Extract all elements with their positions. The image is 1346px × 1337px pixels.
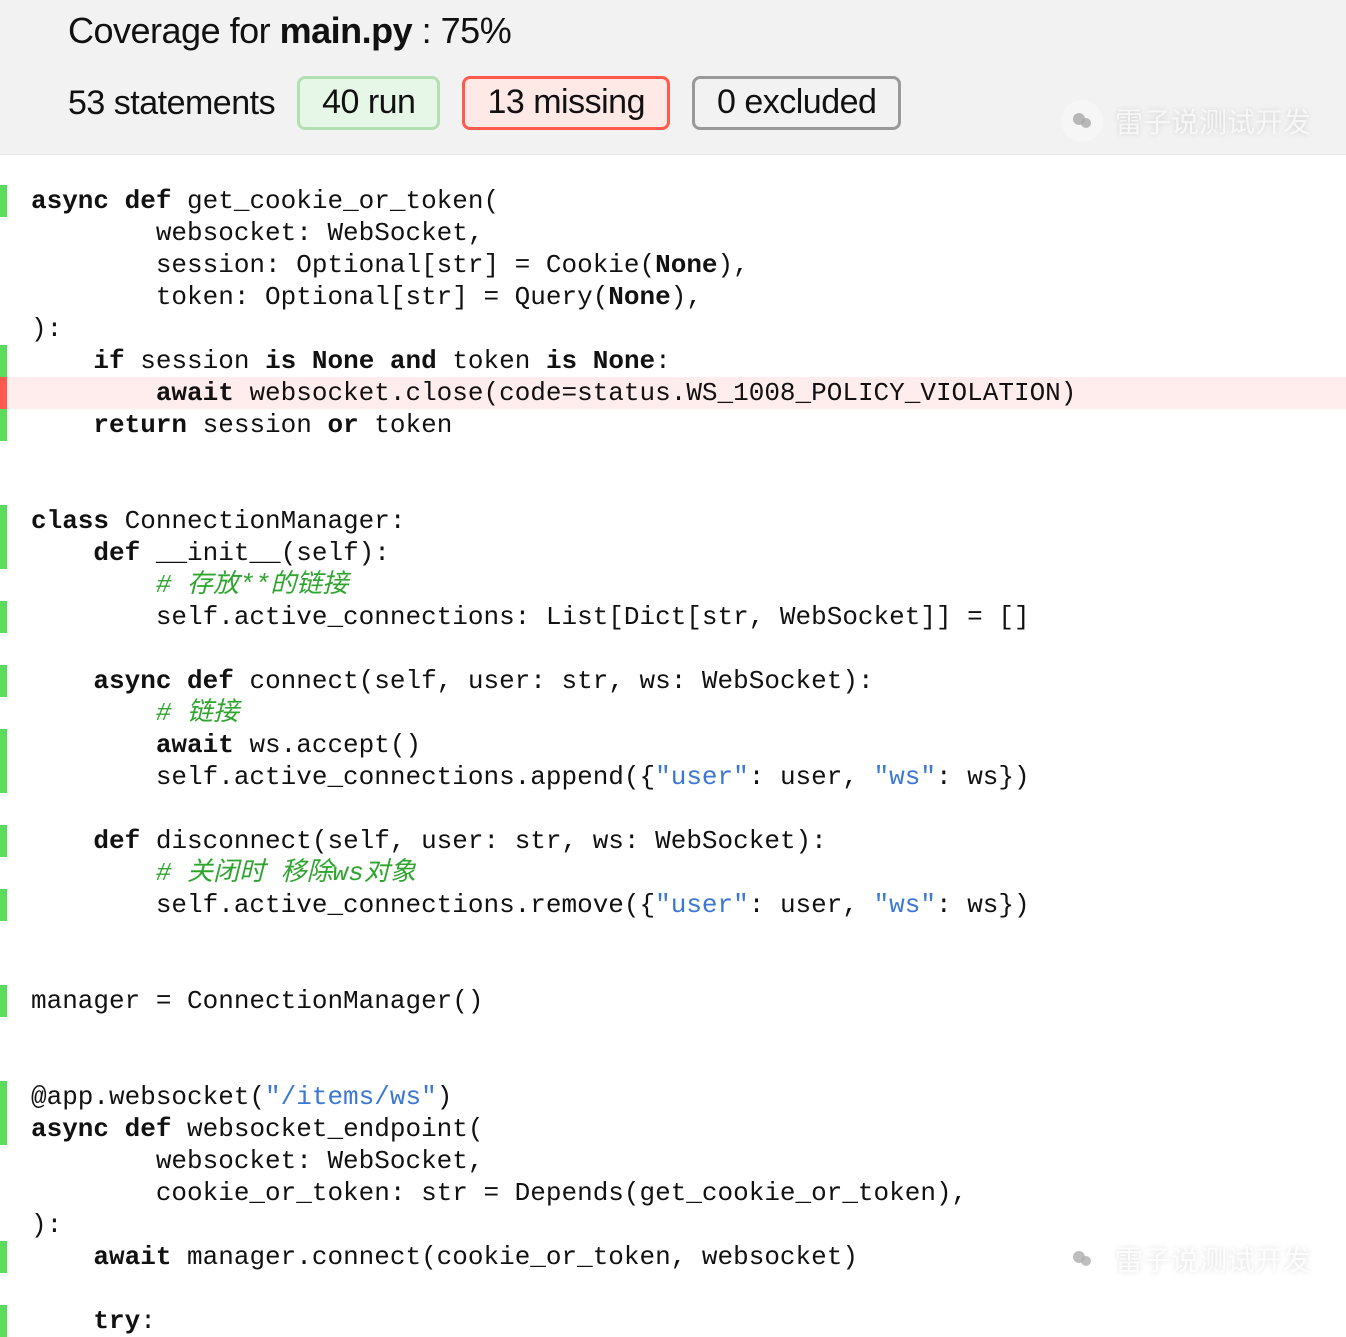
- code-line: await manager.connect(cookie_or_token, w…: [0, 1241, 1346, 1273]
- code-line: [0, 441, 1346, 473]
- code-line: [0, 921, 1346, 953]
- code-line: try:: [0, 1305, 1346, 1337]
- code-line: [0, 1017, 1346, 1049]
- code-line: session: Optional[str] = Cookie(None),: [0, 249, 1346, 281]
- code-line: cookie_or_token: str = Depends(get_cooki…: [0, 1177, 1346, 1209]
- code-line: websocket: WebSocket,: [0, 1145, 1346, 1177]
- excluded-chip[interactable]: 0 excluded: [692, 76, 901, 130]
- code-line: def __init__(self):: [0, 537, 1346, 569]
- code-line: ):: [0, 313, 1346, 345]
- coverage-title: Coverage for main.py : 75%: [68, 10, 1346, 52]
- code-line: manager = ConnectionManager(): [0, 985, 1346, 1017]
- missing-chip[interactable]: 13 missing: [462, 76, 670, 130]
- coverage-filename: main.py: [280, 10, 413, 51]
- statements-count: 53 statements: [68, 84, 275, 123]
- code-line: if session is None and token is None:: [0, 345, 1346, 377]
- code-line: [0, 793, 1346, 825]
- code-line: await ws.accept(): [0, 729, 1346, 761]
- code-line: @app.websocket("/items/ws"): [0, 1081, 1346, 1113]
- code-line: [0, 1273, 1346, 1305]
- code-line: # 链接: [0, 697, 1346, 729]
- code-line: token: Optional[str] = Query(None),: [0, 281, 1346, 313]
- code-line: return session or token: [0, 409, 1346, 441]
- source-code-listing: async def get_cookie_or_token( websocket…: [0, 155, 1346, 1337]
- code-line: async def get_cookie_or_token(: [0, 185, 1346, 217]
- code-line: [0, 1049, 1346, 1081]
- code-line: class ConnectionManager:: [0, 505, 1346, 537]
- coverage-header: Coverage for main.py : 75% 53 statements…: [0, 0, 1346, 155]
- code-line: [0, 633, 1346, 665]
- coverage-for-label: Coverage for: [68, 10, 280, 51]
- coverage-stats-row: 53 statements 40 run 13 missing 0 exclud…: [68, 76, 1346, 130]
- code-line: # 存放**的链接: [0, 569, 1346, 601]
- code-line: # 关闭时 移除ws对象: [0, 857, 1346, 889]
- code-line: [0, 953, 1346, 985]
- code-line: ):: [0, 1209, 1346, 1241]
- code-line: self.active_connections.append({"user": …: [0, 761, 1346, 793]
- code-line: websocket: WebSocket,: [0, 217, 1346, 249]
- code-line: self.active_connections.remove({"user": …: [0, 889, 1346, 921]
- code-line: def disconnect(self, user: str, ws: WebS…: [0, 825, 1346, 857]
- run-chip[interactable]: 40 run: [297, 76, 440, 130]
- code-line: async def websocket_endpoint(: [0, 1113, 1346, 1145]
- coverage-percent: : 75%: [412, 10, 511, 51]
- code-line: self.active_connections: List[Dict[str, …: [0, 601, 1346, 633]
- code-line: await websocket.close(code=status.WS_100…: [0, 377, 1346, 409]
- code-line: async def connect(self, user: str, ws: W…: [0, 665, 1346, 697]
- code-line: [0, 473, 1346, 505]
